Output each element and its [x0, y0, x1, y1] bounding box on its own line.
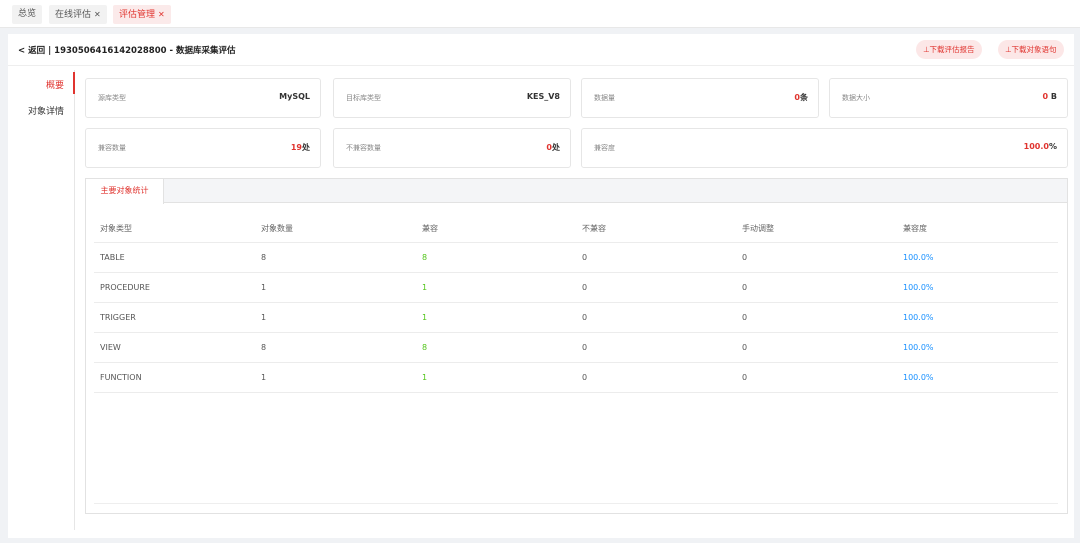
nav-item-object-details[interactable]: 对象详情 [28, 104, 64, 117]
manual-adjust-cell: 0 [742, 253, 748, 262]
tab-online-assessment[interactable]: 在线评估 ✕ [49, 5, 107, 24]
incompatible-cell: 0 [582, 283, 588, 292]
card-value: MySQL [279, 92, 310, 101]
compatibility-cell: 100.0% [903, 283, 934, 292]
card-label: 目标库类型 [346, 94, 381, 102]
compatible-cell: 1 [422, 313, 428, 322]
object-type-cell: TABLE [100, 253, 125, 262]
card-label: 数据量 [594, 94, 615, 102]
tab-overview[interactable]: 总览 [12, 5, 43, 24]
card-label: 不兼容数量 [346, 144, 381, 152]
table-row: PROCEDURE 1 1 0 0 100.0% [94, 273, 1058, 303]
table-row: TRIGGER 1 1 0 0 100.0% [94, 303, 1058, 333]
data-volume-card: 数据量 0条 [581, 78, 819, 118]
card-value: 0 B [1043, 92, 1057, 101]
tab-assessment-management[interactable]: 评估管理 ✕ [113, 5, 171, 24]
close-icon[interactable]: ✕ [158, 10, 165, 19]
compatibility-cell: 100.0% [903, 343, 934, 352]
card-label: 数据大小 [842, 94, 870, 102]
compatible-cell: 8 [422, 343, 428, 352]
compatible-count-card: 兼容数量 19处 [85, 128, 321, 168]
chevron-left-icon: < [18, 46, 26, 56]
object-type-cell: VIEW [100, 343, 121, 352]
manual-adjust-cell: 0 [742, 283, 748, 292]
table-row: TABLE 8 8 0 0 100.0% [94, 243, 1058, 273]
incompatible-cell: 0 [582, 343, 588, 352]
target-db-type-card: 目标库类型 KES_V8 [333, 78, 571, 118]
object-count-cell: 1 [261, 313, 267, 322]
stats-tab-strip: 主要对象统计 [86, 179, 1067, 204]
value-unit: 处 [552, 143, 560, 152]
object-type-cell: TRIGGER [100, 313, 136, 322]
page-header: < 返回 | 1930506416142028800 - 数据库采集评估 ⊥下载… [8, 34, 1074, 66]
object-type-cell: PROCEDURE [100, 283, 150, 292]
compatibility-card: 兼容度 100.0% [581, 128, 1068, 168]
nav-item-overview[interactable]: 概要 [46, 78, 64, 91]
table-row: VIEW 8 8 0 0 100.0% [94, 333, 1058, 363]
data-size-card: 数据大小 0 B [829, 78, 1068, 118]
card-value: 0处 [546, 142, 560, 153]
tab-bar: 总览 在线评估 ✕ 评估管理 ✕ [0, 0, 1080, 28]
compatible-cell: 8 [422, 253, 428, 262]
value-unit: B [1048, 92, 1057, 101]
column-header: 对象类型 [100, 224, 132, 233]
incompatible-cell: 0 [582, 253, 588, 262]
object-stats-table: 对象类型 对象数量 兼容 不兼容 手动调整 兼容度 TABLE 8 8 0 0 … [94, 213, 1058, 393]
column-header: 对象数量 [261, 224, 293, 233]
tab-main-object-stats[interactable]: 主要对象统计 [86, 179, 164, 204]
manual-adjust-cell: 0 [742, 313, 748, 322]
tab-label: 在线评估 [55, 10, 92, 20]
source-db-type-card: 源库类型 MySQL [85, 78, 321, 118]
compatible-cell: 1 [422, 373, 428, 382]
download-objects-button[interactable]: ⊥下载对象语句 [998, 40, 1064, 59]
incompatible-cell: 0 [582, 373, 588, 382]
value-unit: 条 [800, 93, 808, 102]
card-value: 0条 [794, 92, 808, 103]
object-count-cell: 8 [261, 253, 267, 262]
incompatible-count-card: 不兼容数量 0处 [333, 128, 571, 168]
column-header: 手动调整 [742, 224, 774, 233]
card-value: 19处 [291, 142, 310, 153]
object-count-cell: 8 [261, 343, 267, 352]
separator: | [48, 46, 52, 56]
column-header: 兼容度 [903, 224, 927, 233]
back-link[interactable]: < 返回 | 1930506416142028800 - 数据库采集评估 [18, 44, 235, 56]
close-icon[interactable]: ✕ [94, 10, 101, 19]
tab-label: 总览 [18, 9, 37, 19]
manual-adjust-cell: 0 [742, 373, 748, 382]
object-count-cell: 1 [261, 373, 267, 382]
card-label: 兼容数量 [98, 144, 126, 152]
object-type-cell: FUNCTION [100, 373, 142, 382]
tab-label: 评估管理 [119, 10, 156, 20]
compatibility-cell: 100.0% [903, 313, 934, 322]
value-number: 100.0 [1023, 142, 1049, 151]
card-label: 兼容度 [594, 144, 615, 152]
incompatible-cell: 0 [582, 313, 588, 322]
card-value: KES_V8 [526, 92, 560, 101]
object-stats-panel: 主要对象统计 对象类型 对象数量 兼容 不兼容 手动调整 兼容度 TABLE 8… [85, 178, 1068, 514]
object-count-cell: 1 [261, 283, 267, 292]
main-panel: < 返回 | 1930506416142028800 - 数据库采集评估 ⊥下载… [8, 34, 1074, 538]
manual-adjust-cell: 0 [742, 343, 748, 352]
compatibility-cell: 100.0% [903, 253, 934, 262]
card-value: 100.0% [1024, 142, 1057, 151]
back-label: 返回 [28, 46, 46, 56]
column-header: 兼容 [422, 224, 438, 233]
table-header-row: 对象类型 对象数量 兼容 不兼容 手动调整 兼容度 [94, 213, 1058, 243]
compatibility-cell: 100.0% [903, 373, 934, 382]
download-report-button[interactable]: ⊥下载评估报告 [916, 40, 982, 59]
table-footer-divider [94, 503, 1058, 504]
value-unit: % [1048, 142, 1057, 151]
value-number: 19 [290, 143, 302, 152]
side-nav: 概要 对象详情 [8, 70, 75, 530]
table-row: FUNCTION 1 1 0 0 100.0% [94, 363, 1058, 393]
page-title: 1930506416142028800 - 数据库采集评估 [54, 46, 236, 56]
active-indicator [73, 72, 75, 94]
compatible-cell: 1 [422, 283, 428, 292]
card-label: 源库类型 [98, 94, 126, 102]
column-header: 不兼容 [582, 224, 606, 233]
value-unit: 处 [302, 143, 310, 152]
